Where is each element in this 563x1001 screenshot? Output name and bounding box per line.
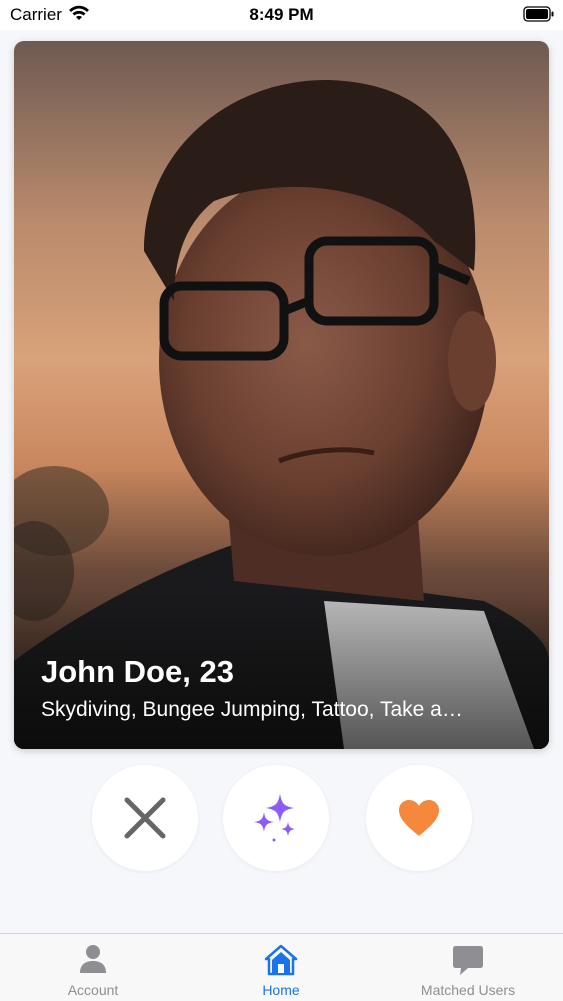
person-icon (79, 944, 107, 979)
tab-matched-users[interactable]: Matched Users (398, 934, 538, 1001)
profile-card[interactable]: John Doe, 23 Skydiving, Bungee Jumping, … (14, 41, 549, 749)
superlike-button[interactable] (223, 765, 329, 871)
profile-interests: Skydiving, Bungee Jumping, Tattoo, Take … (41, 698, 463, 721)
like-button[interactable] (366, 765, 472, 871)
status-time: 8:49 PM (249, 5, 314, 24)
tab-home[interactable]: Home (211, 934, 351, 1001)
tab-home-label: Home (262, 982, 300, 998)
dislike-button[interactable] (92, 765, 198, 871)
tab-account-label: Account (67, 982, 119, 998)
tab-bar: Account Home Matched Users (0, 933, 563, 1001)
sparkles-icon (254, 794, 295, 842)
chat-bubble-icon (452, 944, 484, 981)
status-bar: Carrier 8:49 PM (0, 0, 563, 30)
tab-account[interactable]: Account (23, 934, 163, 1001)
profile-name: John Doe, 23 (41, 654, 234, 689)
home-icon (264, 944, 298, 981)
heart-icon (399, 800, 439, 836)
tab-matched-users-label: Matched Users (420, 982, 516, 998)
close-icon (124, 797, 166, 839)
battery-icon (523, 6, 555, 27)
